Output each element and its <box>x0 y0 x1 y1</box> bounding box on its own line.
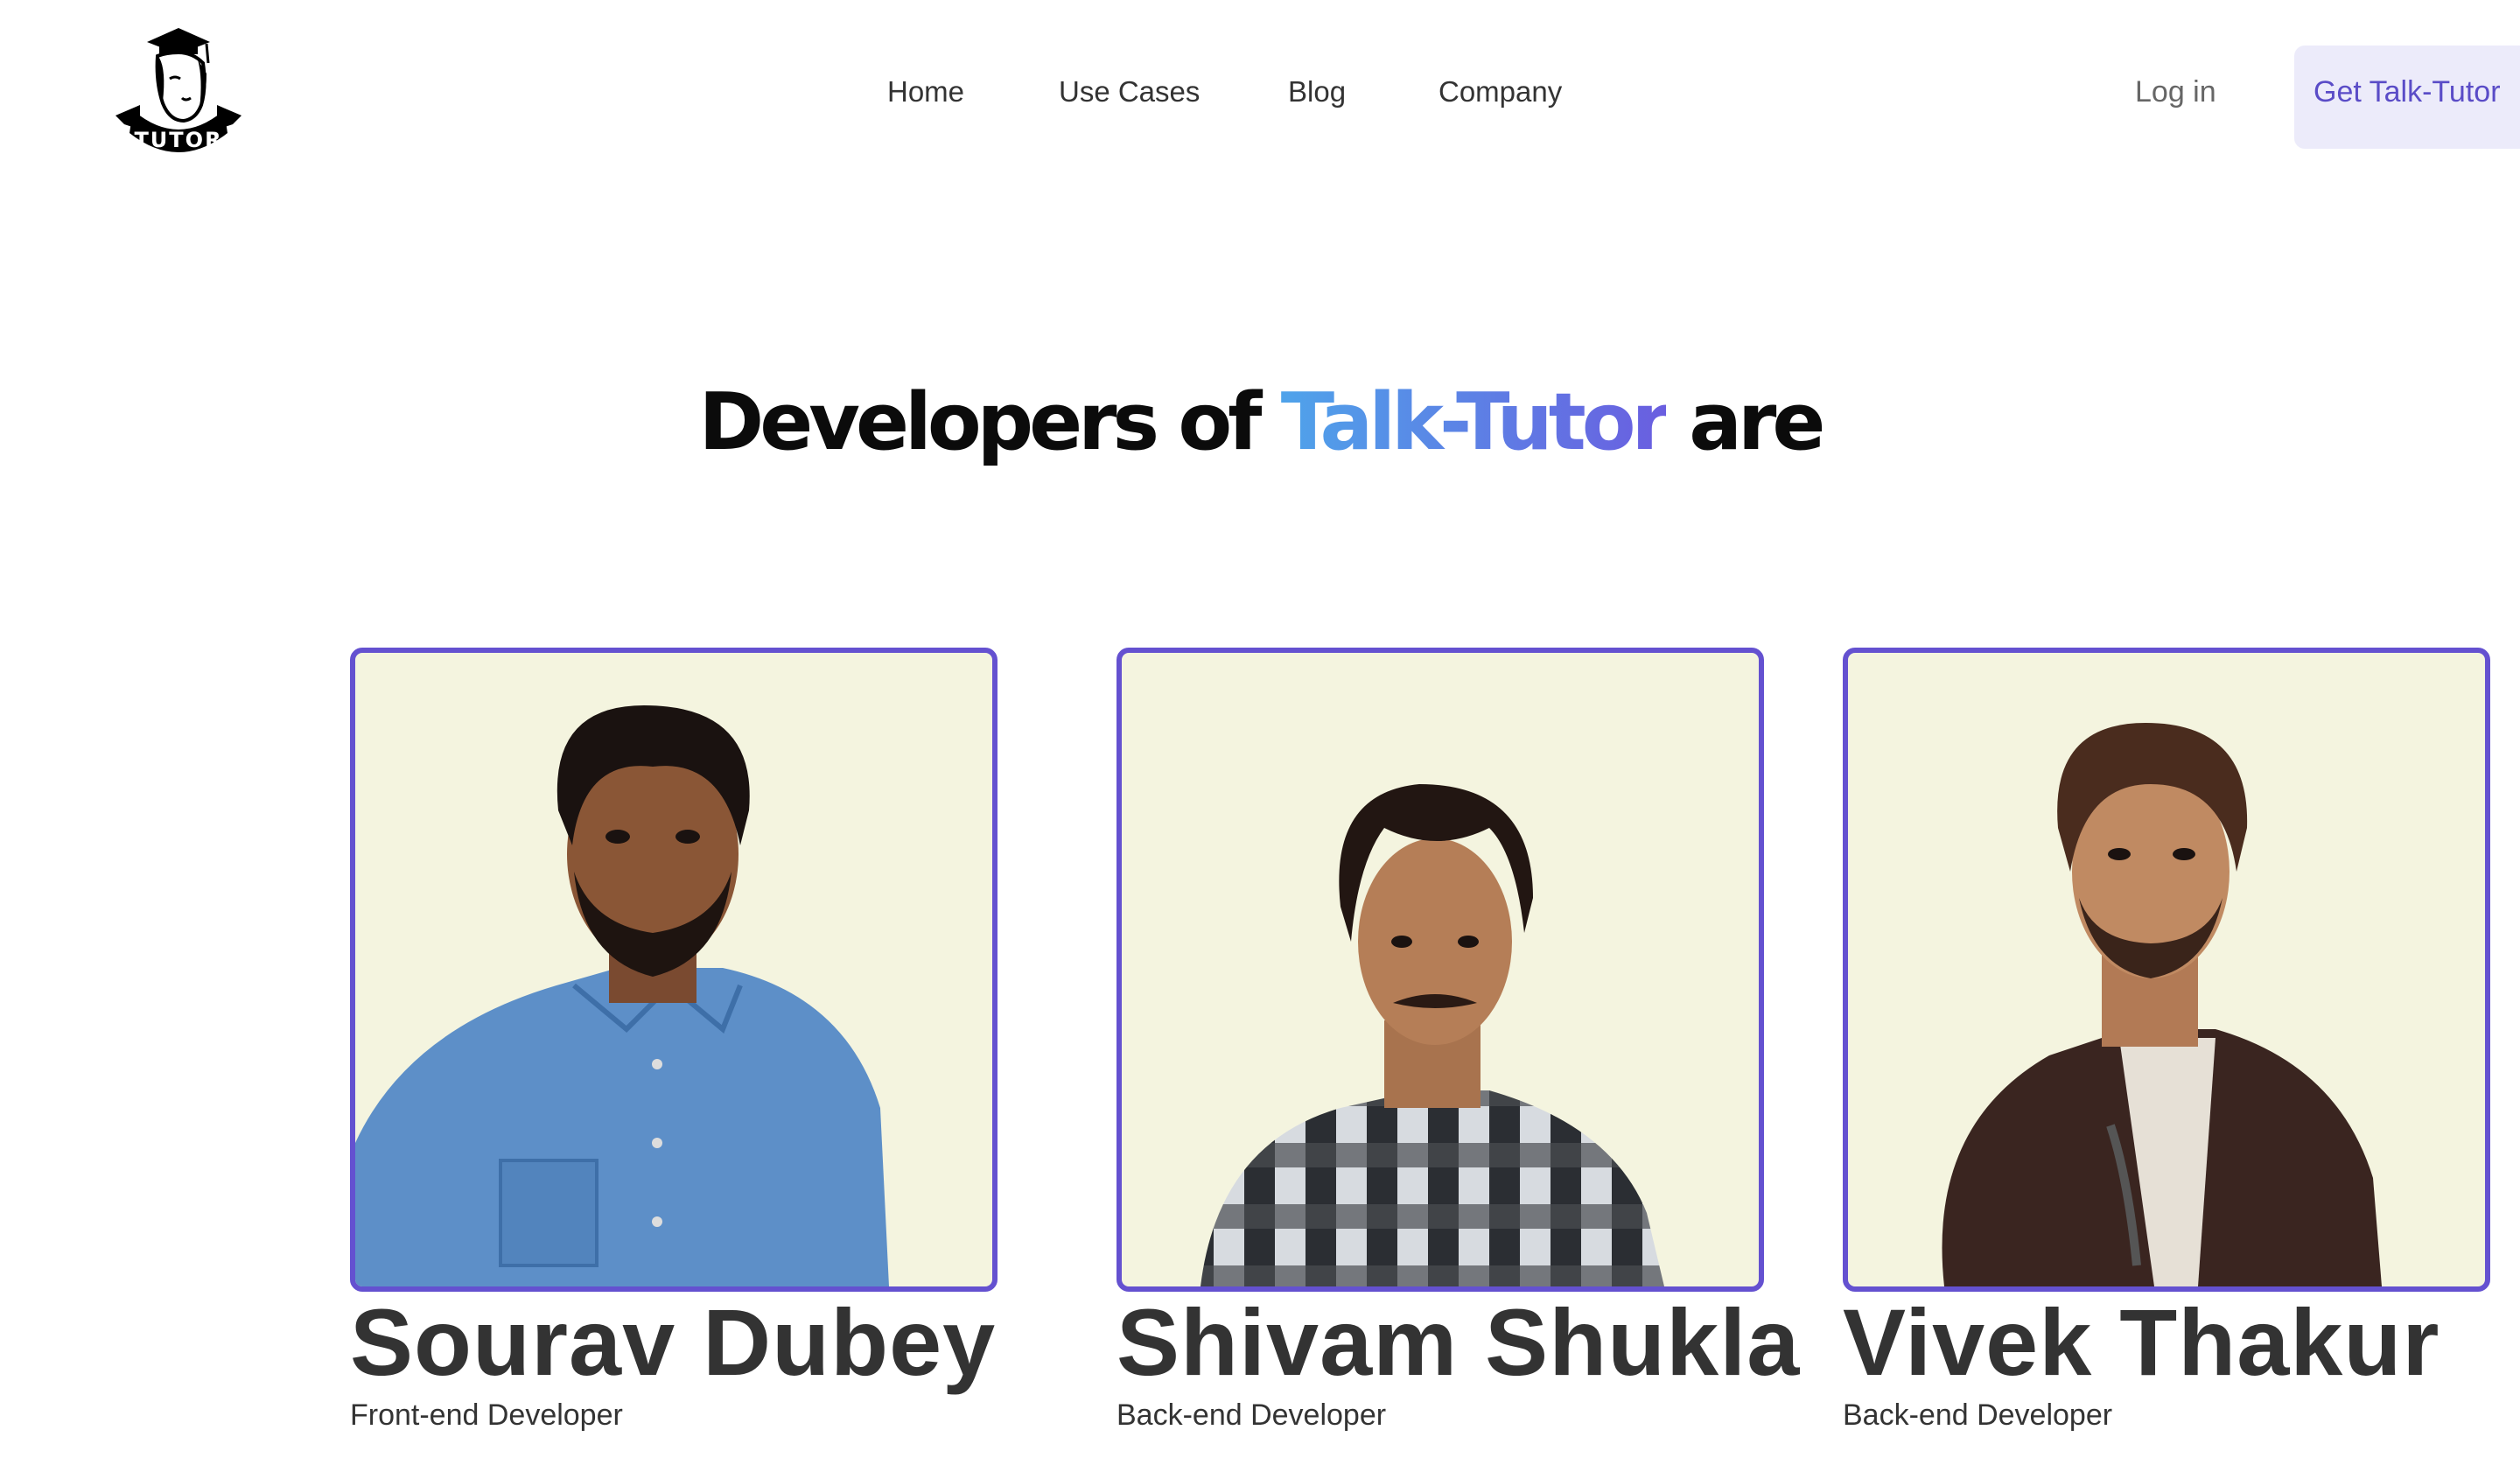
developer-role: Front-end Developer <box>350 1398 623 1432</box>
get-talk-tutor-button[interactable]: Get Talk-Tutor <box>2294 46 2520 149</box>
developer-photo <box>350 648 998 1292</box>
page-heading: Developers of Talk-Tutor are <box>0 376 2520 468</box>
developer-photo <box>1843 648 2490 1292</box>
developer-name: Sourav Dubey <box>350 1289 997 1395</box>
person-portrait <box>1942 723 2382 1286</box>
developer-name: Vivek Thakur <box>1843 1289 2440 1395</box>
svg-text:TUTOR: TUTOR <box>134 128 222 152</box>
person-portrait <box>355 705 889 1286</box>
nav-company[interactable]: Company <box>1438 75 1562 109</box>
heading-prefix: Developers of <box>698 376 1281 468</box>
get-talk-tutor-label: Get Talk-Tutor <box>2314 75 2501 109</box>
heading-suffix: are <box>1665 376 1825 468</box>
tutor-logo[interactable]: TUTOR <box>105 18 252 158</box>
developer-card: Sourav Dubey Front-end Developer <box>350 648 998 1432</box>
developer-role: Back-end Developer <box>1843 1398 2113 1432</box>
developer-photo <box>1116 648 1764 1292</box>
developer-name: Shivam Shukla <box>1116 1289 1801 1395</box>
login-link[interactable]: Log in <box>2135 75 2216 109</box>
developer-role: Back-end Developer <box>1116 1398 1387 1432</box>
heading-brand: Talk-Tutor <box>1280 376 1670 468</box>
person-portrait <box>1200 784 1664 1286</box>
nav-home[interactable]: Home <box>887 75 964 109</box>
nav-use-cases[interactable]: Use Cases <box>1059 75 1200 109</box>
nav-blog[interactable]: Blog <box>1288 75 1346 109</box>
developer-card: Vivek Thakur Back-end Developer <box>1843 648 2490 1432</box>
site-header: TUTOR Home Use Cases Blog Company Log in… <box>0 0 2520 193</box>
developer-card: Shivam Shukla Back-end Developer <box>1116 648 1799 1432</box>
